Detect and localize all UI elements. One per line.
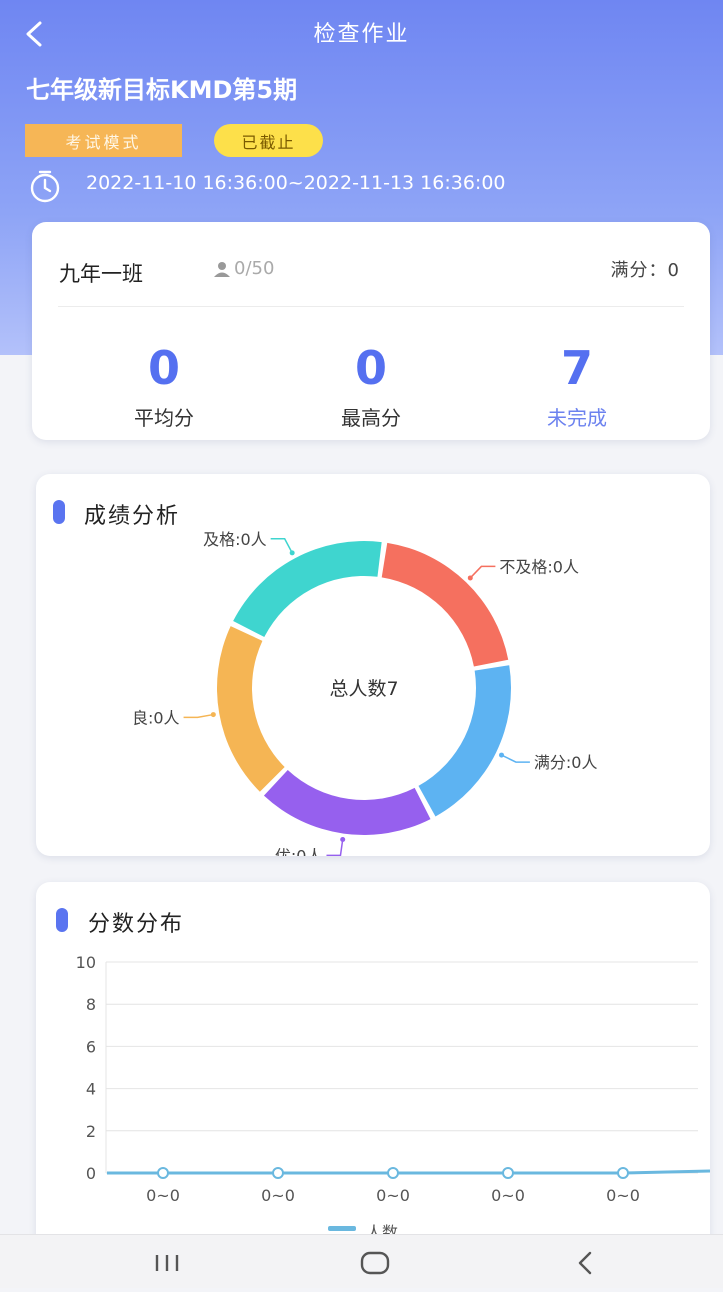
y-tick-label: 8 <box>86 995 96 1014</box>
slice-label: 优:0人 <box>275 846 323 856</box>
x-tick-label: 0~0 <box>261 1186 295 1205</box>
donut-slice <box>217 626 285 792</box>
home-icon <box>360 1251 390 1275</box>
leader-dot <box>340 837 346 843</box>
leader-dot <box>289 550 295 556</box>
data-point <box>157 1167 169 1179</box>
leader-line <box>270 538 293 554</box>
class-name: 九年一班 <box>59 262 143 286</box>
stat-highest: 0 最高分 <box>281 342 461 431</box>
grade-donut-chart: 不及格:0人满分:0人优:0人 良:0人 及格:0人总人数7 <box>132 530 598 856</box>
donut-slice <box>263 770 431 835</box>
summary-card: 九年一班 0/50 满分：0 0 平均分 0 最高分 7 未完成 <box>32 222 710 440</box>
slice-label: 不及格:0人 <box>499 557 579 576</box>
data-point <box>387 1167 399 1179</box>
donut-center-label: 总人数7 <box>329 678 398 700</box>
leader-dot <box>499 752 505 758</box>
leader-line <box>183 713 214 719</box>
incomplete-count-value[interactable]: 7 <box>487 342 667 394</box>
slice-label: 良:0人 <box>132 708 180 727</box>
average-score-value: 0 <box>147 341 180 395</box>
donut-slice <box>418 665 511 817</box>
x-tick-label: 0~0 <box>606 1186 640 1205</box>
legend-swatch <box>328 1226 356 1231</box>
stopwatch-icon <box>30 170 60 203</box>
status-badge: 已截止 <box>214 124 323 157</box>
time-range: 2022-11-10 16:36:00~2022-11-13 16:36:00 <box>86 172 506 194</box>
highest-score-label: 最高分 <box>341 406 401 430</box>
x-tick-label: 0~0 <box>491 1186 525 1205</box>
average-score-label: 平均分 <box>134 406 194 430</box>
back-icon <box>578 1251 592 1275</box>
data-point <box>617 1167 629 1179</box>
score-distribution-card: 分数分布 0 2 4 6 8 10 0~0 0~0 0~0 0~0 0~0 人数 <box>36 882 710 1242</box>
system-nav-bar <box>0 1234 723 1288</box>
recent-apps-icon <box>155 1255 179 1271</box>
y-tick-label: 0 <box>86 1164 96 1183</box>
y-tick-label: 6 <box>86 1037 96 1056</box>
leader-dot <box>467 575 473 581</box>
score-line-chart: 02468100~0 0~0 0~0 0~0 0~0人数 <box>76 953 710 1242</box>
y-tick-label: 2 <box>86 1122 96 1141</box>
stat-incomplete[interactable]: 7 未完成 <box>487 342 667 431</box>
leader-line <box>469 565 496 579</box>
leader-line <box>326 839 344 856</box>
system-back-button[interactable] <box>540 1235 630 1288</box>
recent-apps-button[interactable] <box>122 1235 212 1288</box>
stat-average: 0 平均分 <box>74 342 254 431</box>
incomplete-link[interactable]: 未完成 <box>487 402 667 431</box>
top-bar: 检查作业 <box>0 0 723 66</box>
donut-slice <box>233 541 382 637</box>
highest-score-value: 0 <box>354 341 387 395</box>
data-point <box>272 1167 284 1179</box>
score-analysis-card: 成绩分析 不及格:0人 满分:0人 优:0人 良:0人 及格:0人 总人数7 <box>36 474 710 856</box>
student-count: 0/50 <box>212 258 274 279</box>
y-tick-label: 4 <box>86 1080 96 1099</box>
slice-label: 及格:0人 <box>203 530 267 549</box>
mode-tag: 考试模式 <box>25 124 182 157</box>
leader-line <box>501 754 530 763</box>
y-tick-label: 10 <box>76 953 96 972</box>
home-button[interactable] <box>330 1235 420 1288</box>
students-icon <box>214 261 230 277</box>
leader-dot <box>210 712 216 718</box>
student-count-value: 0/50 <box>234 258 275 279</box>
homework-title: 七年级新目标KMD第5期 <box>26 76 298 104</box>
data-point <box>502 1167 514 1179</box>
x-tick-label: 0~0 <box>376 1186 410 1205</box>
divider <box>58 306 684 307</box>
full-score: 满分：0 <box>610 260 680 281</box>
slice-label: 满分:0人 <box>534 753 598 772</box>
x-tick-label: 0~0 <box>146 1186 180 1205</box>
page-title: 检查作业 <box>313 22 410 47</box>
donut-slice <box>381 542 509 667</box>
